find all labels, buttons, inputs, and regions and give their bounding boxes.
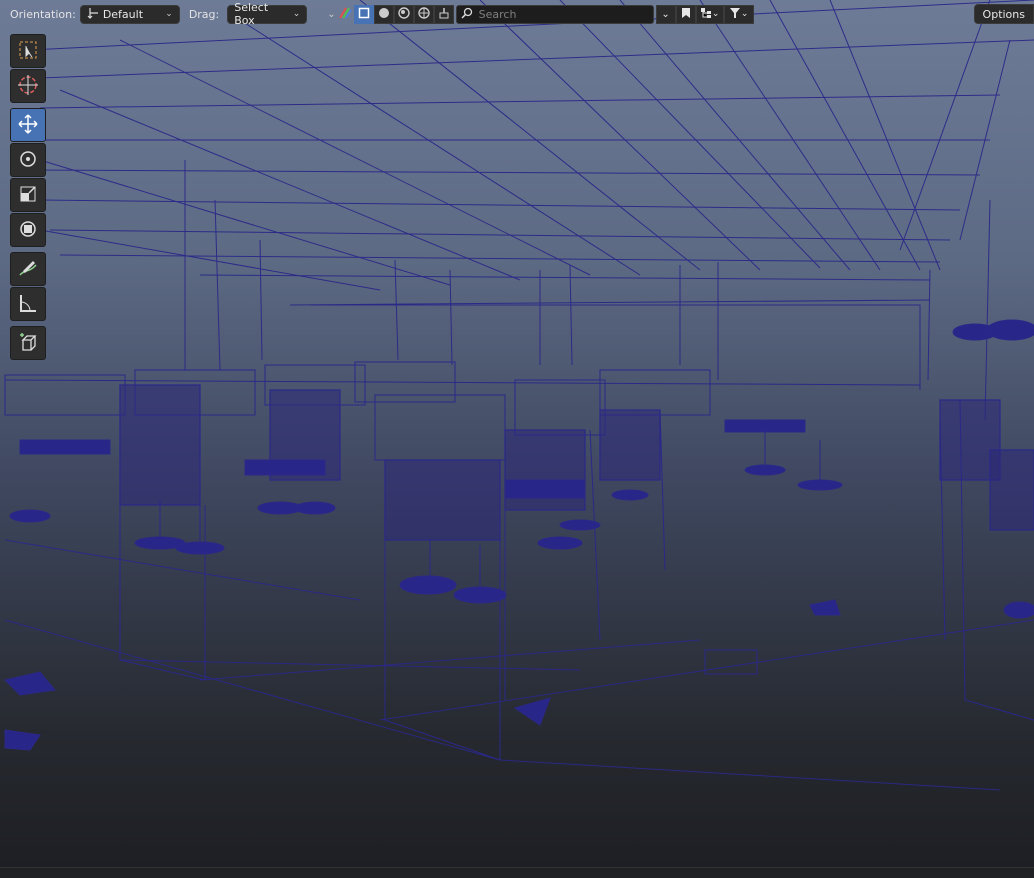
- filter-dropdown[interactable]: ⌄: [723, 4, 754, 24]
- search-icon: [461, 7, 473, 22]
- ruler-icon: [17, 292, 39, 317]
- transform-icon: [17, 218, 39, 243]
- add-cube-icon: [17, 331, 39, 356]
- pencil-icon: [17, 257, 39, 282]
- wireframe-icon: [358, 7, 370, 22]
- options-dropdown[interactable]: Options: [973, 4, 1034, 24]
- rendered-shading-button[interactable]: [413, 4, 434, 24]
- options-label: Options: [982, 7, 1025, 21]
- bookmark-icon: [681, 7, 691, 22]
- drag-dropdown[interactable]: Select Box ⌄: [227, 1, 308, 27]
- color-palette-icon[interactable]: [338, 6, 352, 23]
- rotate-icon: [17, 148, 39, 173]
- 3d-viewport[interactable]: [0, 0, 1034, 867]
- bookmark-button[interactable]: [675, 4, 696, 24]
- cursor-tool[interactable]: [10, 69, 46, 103]
- chevron-down-icon: ⌄: [740, 9, 749, 19]
- orientation-value: Default: [102, 7, 144, 21]
- clean-brush-icon: [438, 7, 450, 22]
- move-arrows-icon: [17, 113, 39, 138]
- select-box-icon: [17, 39, 39, 64]
- status-bar: [0, 867, 1034, 878]
- search-field[interactable]: [455, 4, 654, 24]
- orientation-gizmo-icon: [87, 7, 99, 22]
- display-mode-dropdown[interactable]: ⌄: [695, 4, 724, 24]
- solid-shading-button[interactable]: [373, 4, 394, 24]
- drag-label: Drag:: [188, 7, 220, 21]
- tool-shelf: [10, 34, 48, 361]
- solid-sphere-icon: [378, 7, 390, 22]
- measure-tool[interactable]: [10, 287, 46, 321]
- rendered-sphere-icon: [417, 6, 430, 22]
- shading-options-button[interactable]: [433, 4, 454, 24]
- scale-icon: [17, 183, 39, 208]
- scale-tool[interactable]: [10, 178, 46, 212]
- hierarchy-icon: [700, 7, 712, 22]
- search-input[interactable]: [476, 6, 651, 22]
- chevron-down-icon: ⌄: [661, 8, 670, 20]
- orientation-label: Orientation:: [10, 7, 76, 21]
- chevron-down-icon: ⌄: [292, 9, 301, 19]
- select-box-tool[interactable]: [10, 34, 46, 68]
- rotate-tool[interactable]: [10, 143, 46, 177]
- orientation-dropdown[interactable]: Default ⌄: [79, 4, 180, 24]
- 3d-cursor-icon: [17, 74, 39, 99]
- add-cube-tool[interactable]: [10, 326, 46, 360]
- wireframe-scene: [4, 0, 1034, 791]
- chevron-down-icon[interactable]: ⌄: [327, 9, 335, 20]
- search-filter-toggle[interactable]: ⌄: [655, 4, 676, 24]
- annotate-tool[interactable]: [10, 252, 46, 286]
- material-shading-button[interactable]: [393, 4, 414, 24]
- move-tool[interactable]: [10, 108, 46, 142]
- drag-value: Select Box: [234, 1, 269, 27]
- material-sphere-icon: [397, 6, 410, 22]
- transform-tool[interactable]: [10, 213, 46, 247]
- filter-funnel-icon: [729, 7, 741, 22]
- chevron-down-icon: ⌄: [711, 9, 720, 19]
- viewport-header: Orientation: Default ⌄ Drag: Select Box …: [0, 0, 1034, 28]
- wireframe-shading-button[interactable]: [353, 4, 374, 24]
- chevron-down-icon: ⌄: [165, 9, 173, 19]
